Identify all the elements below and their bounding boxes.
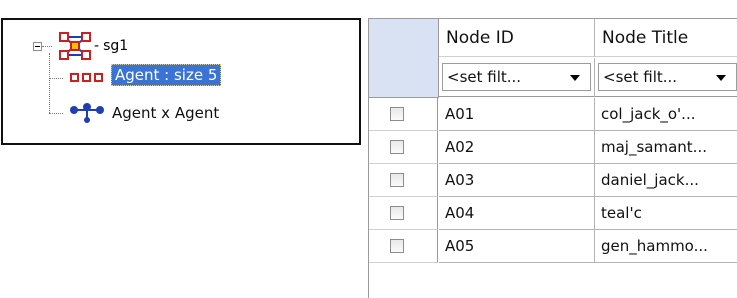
- row-selector: [369, 131, 438, 164]
- cell-node-title[interactable]: col_jack_o'...: [595, 98, 737, 131]
- filter-cell-node-title: <set filt...: [595, 58, 737, 97]
- row-checkbox[interactable]: [390, 107, 404, 121]
- filter-dropdown-value: <set filt...: [447, 68, 522, 86]
- data-grid: Node ID Node Title <set filt... <set fil…: [368, 18, 737, 298]
- collapse-toggle[interactable]: [33, 42, 42, 51]
- cell-node-id[interactable]: A02: [439, 131, 595, 164]
- tree-root-label: sg1: [103, 38, 129, 54]
- dropdown-arrow-icon: [570, 75, 580, 81]
- tree-guide-line: [49, 113, 63, 114]
- network-group-icon: [59, 32, 91, 60]
- cell-node-title[interactable]: gen_hammo...: [595, 230, 737, 263]
- tree-guide-line: [42, 46, 52, 47]
- row-checkbox[interactable]: [390, 140, 404, 154]
- row-checkbox[interactable]: [390, 239, 404, 253]
- tree-node-label-selected: Agent : size 5: [111, 64, 222, 86]
- row-selector: [369, 230, 438, 263]
- filter-dropdown-node-id[interactable]: <set filt...: [442, 63, 591, 91]
- tree-panel: - sg1 Agent : size 5 Agent x Agent: [1, 18, 361, 145]
- cell-node-id[interactable]: A04: [439, 197, 595, 230]
- cell-node-title[interactable]: daniel_jack...: [595, 164, 737, 197]
- row-checkbox[interactable]: [390, 206, 404, 220]
- tree-guide-line: [49, 53, 50, 113]
- node-set-icon: [69, 69, 105, 82]
- column-header-node-title[interactable]: Node Title: [595, 19, 737, 57]
- tree-node-agent-set[interactable]: Agent : size 5: [69, 64, 222, 86]
- column-header-node-id[interactable]: Node ID: [439, 19, 595, 57]
- row-selector: [369, 197, 438, 230]
- row-checkbox[interactable]: [390, 173, 404, 187]
- grid-corner-cell: [369, 19, 439, 98]
- row-selector: [369, 164, 438, 197]
- filter-dropdown-node-title[interactable]: <set filt...: [598, 63, 737, 91]
- tree-root-dash: -: [94, 38, 100, 54]
- tree-guide-line: [49, 78, 63, 79]
- cell-node-title[interactable]: maj_samant...: [595, 131, 737, 164]
- tree-node-root[interactable]: - sg1: [59, 32, 128, 60]
- tree-node-label: Agent x Agent: [112, 104, 220, 122]
- cell-node-id[interactable]: A03: [439, 164, 595, 197]
- cell-node-title[interactable]: teal'c: [595, 197, 737, 230]
- cell-node-id[interactable]: A01: [439, 98, 595, 131]
- row-selector: [369, 98, 438, 131]
- network-icon: [69, 102, 105, 124]
- cell-node-id[interactable]: A05: [439, 230, 595, 263]
- filter-dropdown-value: <set filt...: [603, 68, 678, 86]
- tree-node-agent-network[interactable]: Agent x Agent: [69, 102, 219, 124]
- filter-cell-node-id: <set filt...: [439, 58, 595, 97]
- dropdown-arrow-icon: [716, 75, 726, 81]
